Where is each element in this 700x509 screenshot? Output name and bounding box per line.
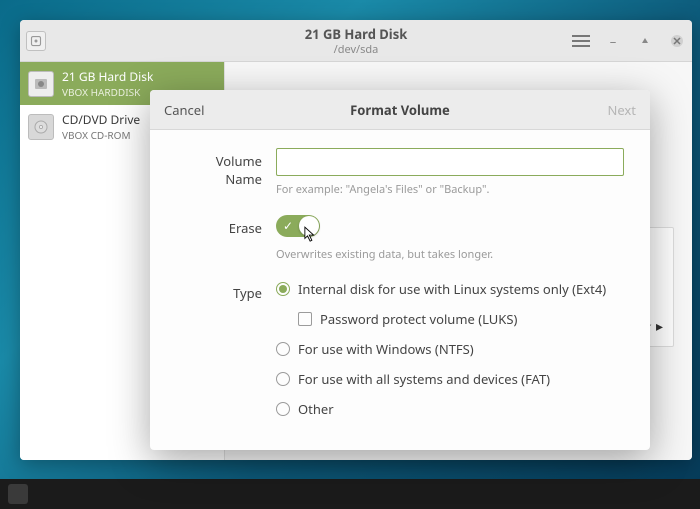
taskbar[interactable] <box>0 479 700 509</box>
dialog-title: Format Volume <box>150 101 650 119</box>
radio-icon <box>276 372 290 386</box>
optical-disc-icon <box>28 114 54 140</box>
next-button[interactable]: Next <box>607 101 636 119</box>
erase-hint: Overwrites existing data, but takes long… <box>276 247 624 262</box>
erase-toggle[interactable] <box>276 215 320 237</box>
volume-name-input[interactable] <box>276 148 624 176</box>
format-volume-dialog: Cancel Format Volume Next Volume Name Fo… <box>150 90 650 450</box>
type-option-other[interactable]: Other <box>276 400 624 418</box>
type-option-label: For use with Windows (NTFS) <box>298 340 474 358</box>
taskbar-menu-icon[interactable] <box>8 484 28 504</box>
dialog-body: Volume Name For example: "Angela's Files… <box>150 130 650 450</box>
sidebar-item-sub: VBOX CD-ROM <box>62 128 140 142</box>
volume-name-hint: For example: "Angela's Files" or "Backup… <box>276 182 624 197</box>
erase-label: Erase <box>176 215 276 237</box>
sidebar-item-label: 21 GB Hard Disk <box>62 68 153 85</box>
type-option-ntfs[interactable]: For use with Windows (NTFS) <box>276 340 624 358</box>
radio-icon <box>276 342 290 356</box>
sidebar-item-label: CD/DVD Drive <box>62 111 140 128</box>
radio-icon <box>276 282 290 296</box>
luks-checkbox-row[interactable]: Password protect volume (LUKS) <box>298 310 624 328</box>
type-option-fat[interactable]: For use with all systems and devices (FA… <box>276 370 624 388</box>
close-button[interactable] <box>668 32 686 50</box>
volume-name-label: Volume Name <box>176 148 276 188</box>
type-option-ext4[interactable]: Internal disk for use with Linux systems… <box>276 280 624 298</box>
cancel-button[interactable]: Cancel <box>164 101 204 119</box>
maximize-button[interactable] <box>636 32 654 50</box>
type-option-label: Internal disk for use with Linux systems… <box>298 280 606 298</box>
luks-label: Password protect volume (LUKS) <box>320 310 517 328</box>
radio-icon <box>276 402 290 416</box>
hard-disk-icon <box>28 71 54 97</box>
type-option-label: Other <box>298 400 334 418</box>
dialog-header: Cancel Format Volume Next <box>150 90 650 130</box>
drive-icon <box>26 31 46 51</box>
titlebar: 21 GB Hard Disk /dev/sda – <box>20 20 692 62</box>
type-label: Type <box>176 280 276 302</box>
sidebar-item-sub: VBOX HARDDISK <box>62 85 153 99</box>
type-option-label: For use with all systems and devices (FA… <box>298 370 550 388</box>
minimize-button[interactable]: – <box>604 32 622 50</box>
menu-button[interactable] <box>572 35 590 47</box>
checkbox-icon <box>298 312 312 326</box>
